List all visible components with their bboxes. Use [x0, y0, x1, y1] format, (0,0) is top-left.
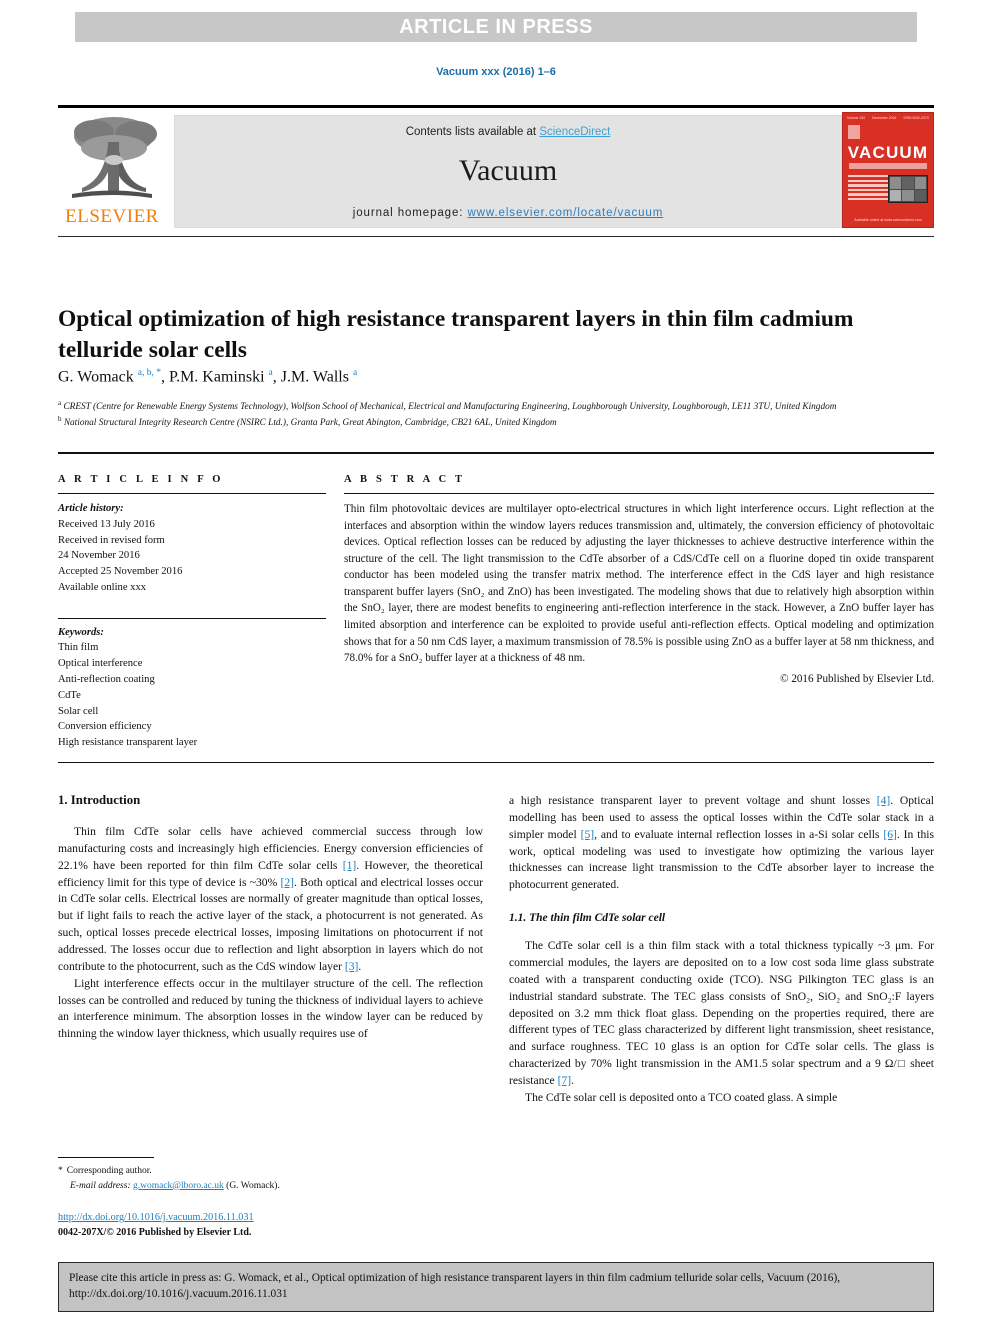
- contents-lists-line: Contents lists available at ScienceDirec…: [175, 126, 841, 138]
- email-note: E-mail address: g.womack@lboro.ac.uk (G.…: [58, 1179, 483, 1194]
- journal-banner: Contents lists available at ScienceDirec…: [174, 115, 842, 228]
- journal-reference-line: Vacuum xxx (2016) 1–6: [436, 66, 556, 78]
- subsection-heading-thin-film-cdte: 1.1. The thin film CdTe solar cell: [509, 912, 666, 925]
- journal-homepage-line: journal homepage: www.elsevier.com/locat…: [175, 207, 841, 219]
- text-run: a high resistance transparent layer to p…: [509, 794, 877, 807]
- abstract-heading: A B S T R A C T: [344, 474, 466, 485]
- journal-cover-thumbnail: Volume 134 December 2016 ISSN 0042-207X …: [842, 112, 934, 228]
- journal-homepage-link[interactable]: www.elsevier.com/locate/vacuum: [467, 207, 663, 219]
- email-owner: (G. Womack).: [226, 1180, 280, 1191]
- article-info-heading: A R T I C L E I N F O: [58, 474, 224, 485]
- contents-lists-prefix: Contents lists available at: [405, 126, 540, 138]
- citation-ref-3[interactable]: [3]: [345, 960, 359, 973]
- issn-copyright: 0042-207X/© 2016 Published by Elsevier L…: [58, 1226, 252, 1238]
- article-in-press-label: ARTICLE IN PRESS: [399, 15, 593, 38]
- affiliation-b-text: National Structural Integrity Research C…: [63, 418, 557, 429]
- article-history-label: Article history:: [58, 503, 124, 514]
- keyword-item: Optical interference: [58, 658, 143, 670]
- cover-issn: ISSN 0042-207X: [903, 116, 929, 120]
- email-link[interactable]: g.womack@lboro.ac.uk: [133, 1181, 224, 1191]
- keyword-item: Solar cell: [58, 705, 99, 717]
- cover-top-meta: Volume 134 December 2016 ISSN 0042-207X: [847, 116, 929, 124]
- email-label: E-mail address:: [70, 1180, 131, 1191]
- citation-ref-5[interactable]: [5]: [581, 828, 595, 841]
- journal-title: Vacuum: [458, 154, 558, 187]
- paragraph-intro-1: Thin film CdTe solar cells have achieved…: [58, 824, 483, 976]
- history-item: Received in revised form: [58, 534, 165, 546]
- article-info-rule: [58, 493, 326, 494]
- elsevier-wordmark: ELSEVIER: [65, 206, 159, 227]
- homepage-label: journal homepage:: [352, 207, 468, 219]
- citation-ref-1[interactable]: [1]: [343, 859, 357, 872]
- footnote-block: * Corresponding author. E-mail address: g…: [58, 1164, 483, 1193]
- article-history-block: Article history: Received 13 July 2016 R…: [58, 501, 326, 596]
- text-run: .: [358, 959, 362, 973]
- cover-volume: Volume 134: [847, 116, 865, 120]
- page-title: Optical optimization of high resistance …: [58, 305, 854, 363]
- keywords-block: Keywords: Thin film Optical interference…: [58, 625, 326, 751]
- paragraph-intro-3: a high resistance transparent layer to p…: [509, 793, 934, 894]
- masthead: ELSEVIER Contents lists available at Sci…: [58, 112, 934, 230]
- doi-link[interactable]: http://dx.doi.org/10.1016/j.vacuum.2016.…: [58, 1211, 483, 1226]
- affiliations: a CREST (Centre for Renewable Energy Sys…: [58, 398, 918, 430]
- masthead-bottom-rule: [58, 236, 934, 237]
- affiliation-b: b National Structural Integrity Research…: [58, 415, 557, 429]
- section-heading-introduction: 1. Introduction: [58, 793, 141, 807]
- body-top-rule: [58, 762, 934, 763]
- masthead-top-rule: [58, 105, 934, 108]
- body-column-left: 1. Introduction Thin film CdTe solar cel…: [58, 793, 483, 1043]
- corresponding-author-text: Corresponding author.: [66, 1166, 152, 1176]
- citation-ref-6[interactable]: [6]: [883, 828, 897, 841]
- authors-bottom-rule: [58, 452, 934, 454]
- body-column-right: a high resistance transparent layer to p…: [509, 793, 934, 1107]
- history-item: Available online xxx: [58, 581, 147, 593]
- history-item: Accepted 25 November 2016: [58, 566, 183, 578]
- history-item: 24 November 2016: [58, 550, 140, 562]
- footnote-rule: [58, 1157, 154, 1158]
- cover-micrograph-image: [888, 175, 928, 203]
- author-list: G. Womack a, b, *, P.M. Kaminski a, J.M.…: [58, 368, 358, 386]
- cite-this-article-text: Please cite this article in press as: G.…: [69, 1272, 841, 1301]
- cover-date: December 2016: [872, 116, 897, 120]
- paragraph-cdte-1: The CdTe solar cell is a thin film stack…: [509, 938, 934, 1090]
- cover-text-lines: [848, 175, 890, 202]
- elsevier-logo: ELSEVIER: [58, 112, 166, 230]
- keyword-item: Anti-reflection coating: [58, 674, 155, 686]
- abstract-copyright: © 2016 Published by Elsevier Ltd.: [780, 672, 934, 685]
- sciencedirect-link[interactable]: ScienceDirect: [539, 126, 610, 138]
- history-item: Received 13 July 2016: [58, 518, 155, 530]
- keyword-item: Thin film: [58, 642, 99, 654]
- keywords-rule: [58, 617, 326, 619]
- text-run: .: [571, 1074, 575, 1088]
- cover-bottom-meta: Available online at www.sciencedirect.co…: [854, 218, 922, 222]
- asterisk-icon: *: [58, 1166, 63, 1176]
- elsevier-tree-icon: [64, 114, 160, 202]
- article-in-press-banner: ARTICLE IN PRESS: [75, 12, 917, 42]
- cover-title: VACUUM: [847, 143, 929, 162]
- abstract-rule: [344, 493, 934, 494]
- text-run: The CdTe solar cell is a thin film stack…: [509, 939, 934, 1088]
- keyword-item: Conversion efficiency: [58, 721, 152, 733]
- paragraph-cdte-2: The CdTe solar cell is deposited onto a …: [525, 1090, 838, 1104]
- citation-ref-4[interactable]: [4]: [877, 794, 891, 807]
- article-info-column: A R T I C L E I N F O Article history: R…: [58, 474, 326, 751]
- keyword-item: CdTe: [58, 689, 81, 701]
- cite-this-article-box: Please cite this article in press as: G.…: [58, 1262, 934, 1312]
- abstract-text: Thin film photovoltaic devices are multi…: [344, 503, 934, 665]
- text-run: , and to evaluate internal reflection lo…: [594, 827, 884, 841]
- affiliation-a-text: CREST (Centre for Renewable Energy Syste…: [63, 402, 837, 413]
- affiliation-a: a CREST (Centre for Renewable Energy Sys…: [58, 399, 837, 413]
- cover-subtitle-bar: [849, 163, 927, 169]
- paragraph-intro-2: Light interference effects occur in the …: [58, 976, 483, 1041]
- keyword-item: High resistance transparent layer: [58, 737, 198, 749]
- doi-block: http://dx.doi.org/10.1016/j.vacuum.2016.…: [58, 1211, 483, 1241]
- keywords-label: Keywords:: [58, 626, 104, 638]
- abstract-column: A B S T R A C T Thin film photovoltaic d…: [344, 474, 934, 685]
- text-run: . Both optical and electrical losses occ…: [58, 875, 483, 973]
- corresponding-author-note: * Corresponding author.: [58, 1164, 483, 1179]
- citation-ref-2[interactable]: [2]: [280, 876, 294, 889]
- cover-elsevier-mark-icon: [848, 125, 860, 139]
- citation-ref-7[interactable]: [7]: [558, 1074, 572, 1087]
